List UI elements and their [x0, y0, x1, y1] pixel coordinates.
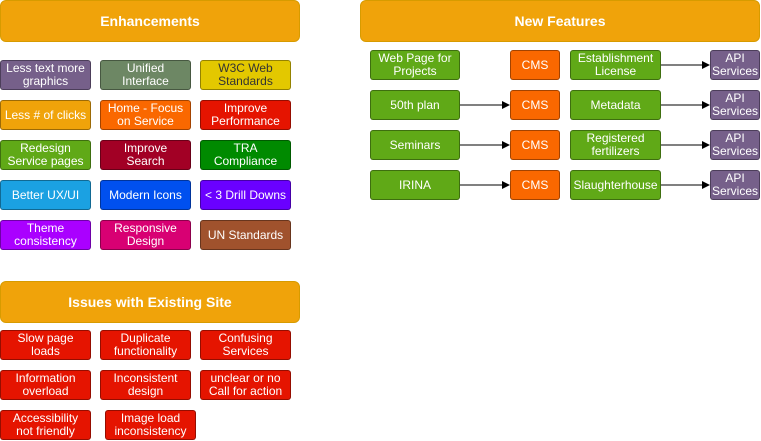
cms-box: CMS [510, 170, 560, 200]
enhancement-item: < 3 Drill Downs [200, 180, 291, 210]
cms-box: CMS [510, 130, 560, 160]
enhancement-item: Unified Interface [100, 60, 191, 90]
enhancement-item: TRA Compliance [200, 140, 291, 170]
issue-item: Inconsistent design [100, 370, 191, 400]
feature-source-box: 50th plan [370, 90, 460, 120]
new-features-header: New Features [360, 0, 760, 42]
issue-item: Slow page loads [0, 330, 91, 360]
enhancement-item: Home - Focus on Service [100, 100, 191, 130]
feature-box: Registered fertilizers [570, 130, 661, 160]
feature-source-box: Seminars [370, 130, 460, 160]
cms-box: CMS [510, 90, 560, 120]
enhancement-item: W3C Web Standards [200, 60, 291, 90]
api-services-box: API Services [710, 170, 760, 200]
feature-source-box: Web Page for Projects [370, 50, 460, 80]
enhancement-item: Theme consistency [0, 220, 91, 250]
enhancement-item: Modern Icons [100, 180, 191, 210]
api-services-box: API Services [710, 90, 760, 120]
cms-box: CMS [510, 50, 560, 80]
issue-item: Image load inconsistency [105, 410, 196, 440]
enhancement-item: Better UX/UI [0, 180, 91, 210]
issue-item: Accessibility not friendly [0, 410, 91, 440]
issue-item: Confusing Services [200, 330, 291, 360]
enhancement-item: Responsive Design [100, 220, 191, 250]
enhancement-item: Less # of clicks [0, 100, 91, 130]
api-services-box: API Services [710, 50, 760, 80]
issue-item: Information overload [0, 370, 91, 400]
feature-box: Slaughterhouse [570, 170, 661, 200]
feature-box: Establishment License [570, 50, 661, 80]
issues-header: Issues with Existing Site [0, 281, 300, 323]
issue-item: Duplicate functionality [100, 330, 191, 360]
feature-box: Metadata [570, 90, 661, 120]
enhancement-item: Improve Search [100, 140, 191, 170]
enhancement-item: Less text more graphics [0, 60, 91, 90]
enhancements-header: Enhancements [0, 0, 300, 42]
issue-item: unclear or no Call for action [200, 370, 291, 400]
enhancement-item: Improve Performance [200, 100, 291, 130]
api-services-box: API Services [710, 130, 760, 160]
feature-source-box: IRINA [370, 170, 460, 200]
enhancement-item: UN Standards [200, 220, 291, 250]
enhancement-item: Redesign Service pages [0, 140, 91, 170]
